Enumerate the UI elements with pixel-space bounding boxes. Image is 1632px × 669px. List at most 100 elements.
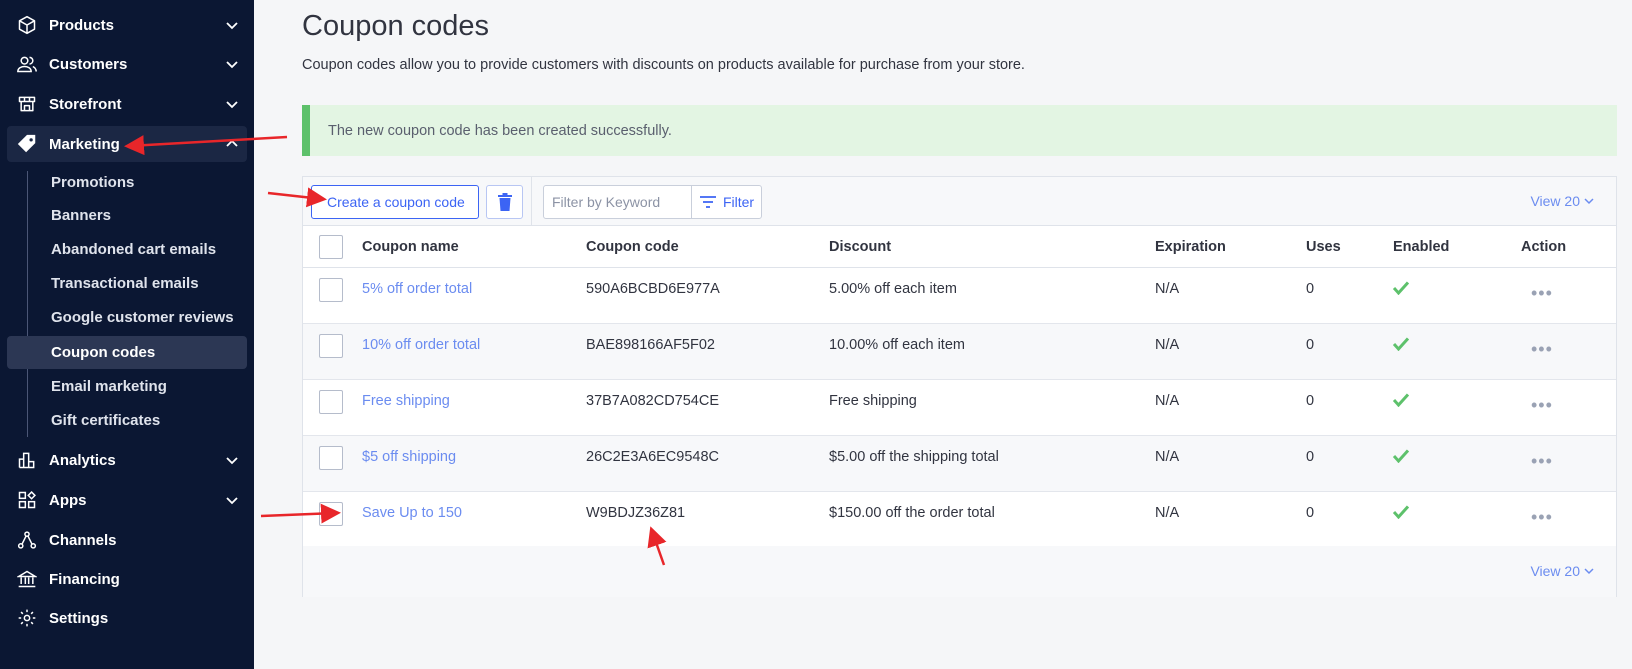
enabled-check-icon[interactable]	[1393, 281, 1409, 295]
coupon-code: 37B7A082CD754CE	[586, 393, 720, 409]
coupon-code: BAE898166AF5F02	[586, 337, 715, 353]
sidebar-subitem-google-reviews[interactable]: Google customer reviews	[7, 301, 247, 334]
more-actions-icon[interactable]: •••	[1531, 396, 1553, 414]
more-actions-icon[interactable]: •••	[1531, 508, 1553, 526]
sidebar-item-label: Customers	[49, 55, 128, 73]
create-coupon-button[interactable]: Create a coupon code	[311, 185, 479, 219]
column-header[interactable]: Uses	[1306, 239, 1341, 255]
more-actions-icon[interactable]: •••	[1531, 284, 1553, 302]
sidebar-subitem-label: Gift certificates	[51, 412, 161, 429]
column-header[interactable]: Discount	[829, 239, 891, 255]
more-actions-icon[interactable]: •••	[1531, 340, 1553, 358]
coupon-uses: 0	[1306, 337, 1315, 353]
row-checkbox[interactable]	[319, 334, 343, 358]
table-toolbar: Create a coupon code Filter View 20	[303, 177, 1616, 226]
sidebar-subitem-banners[interactable]: Banners	[7, 199, 247, 232]
sidebar-item-financing[interactable]: Financing	[0, 561, 254, 597]
enabled-check-icon[interactable]	[1393, 393, 1409, 407]
column-header[interactable]: Enabled	[1393, 239, 1449, 255]
chevron-down-icon[interactable]	[222, 450, 242, 470]
sidebar-subitem-label: Promotions	[51, 174, 135, 191]
column-header[interactable]: Expiration	[1155, 239, 1226, 255]
coupon-expiration: N/A	[1155, 337, 1180, 353]
row-checkbox[interactable]	[319, 278, 343, 302]
table-row: 5% off order total 590A6BCBD6E977A 5.00%…	[303, 268, 1616, 324]
sidebar-item-storefront[interactable]: Storefront	[0, 86, 254, 122]
gear-icon	[16, 607, 38, 629]
sidebar-item-marketing[interactable]: Marketing	[7, 126, 247, 162]
sidebar-subitem-label: Transactional emails	[51, 275, 199, 292]
sidebar-item-channels[interactable]: Channels	[0, 522, 254, 558]
chevron-down-icon[interactable]	[222, 490, 242, 510]
sidebar-item-customers[interactable]: Customers	[0, 46, 254, 82]
sidebar-item-analytics[interactable]: Analytics	[0, 442, 254, 478]
coupon-name-link[interactable]: Save Up to 150	[362, 505, 462, 521]
column-header[interactable]: Coupon name	[362, 239, 459, 255]
coupon-discount: 10.00% off each item	[829, 337, 965, 353]
table-row: $5 off shipping 26C2E3A6EC9548C $5.00 of…	[303, 436, 1616, 492]
coupon-table-panel: Create a coupon code Filter View 20 Coup…	[302, 176, 1617, 597]
row-checkbox[interactable]	[319, 390, 343, 414]
enabled-check-icon[interactable]	[1393, 449, 1409, 463]
sidebar-subitem-email-marketing[interactable]: Email marketing	[7, 370, 247, 403]
box-icon	[16, 14, 38, 36]
sidebar-subitem-gift-certificates[interactable]: Gift certificates	[7, 404, 247, 437]
apps-icon	[16, 489, 38, 511]
sidebar-item-apps[interactable]: Apps	[0, 482, 254, 518]
coupon-name-link[interactable]: 5% off order total	[362, 281, 472, 297]
coupon-expiration: N/A	[1155, 449, 1180, 465]
view-count-label: View 20	[1530, 193, 1580, 209]
table-footer: View 20	[303, 546, 1616, 597]
coupon-name-link[interactable]: 10% off order total	[362, 337, 480, 353]
coupon-discount: $5.00 off the shipping total	[829, 449, 999, 465]
coupon-discount: $150.00 off the order total	[829, 505, 995, 521]
sidebar-subitem-label: Banners	[51, 207, 112, 224]
delete-button[interactable]	[486, 185, 523, 219]
more-actions-icon[interactable]: •••	[1531, 452, 1553, 470]
alert-message: The new coupon code has been created suc…	[328, 122, 672, 139]
coupon-name-link[interactable]: $5 off shipping	[362, 449, 456, 465]
sidebar-item-label: Financing	[49, 570, 120, 588]
column-header[interactable]: Coupon code	[586, 239, 679, 255]
filter-keyword-input[interactable]	[543, 185, 692, 219]
bar-chart-icon	[16, 449, 38, 471]
chevron-down-icon[interactable]	[222, 15, 242, 35]
sidebar-item-settings[interactable]: Settings	[0, 600, 254, 636]
table-row: 10% off order total BAE898166AF5F02 10.0…	[303, 324, 1616, 380]
view-count-select[interactable]: View 20	[1530, 193, 1594, 209]
success-alert: The new coupon code has been created suc…	[302, 105, 1617, 156]
chevron-down-icon[interactable]	[222, 94, 242, 114]
sidebar-subitem-label: Abandoned cart emails	[51, 241, 217, 258]
sidebar-item-label: Channels	[49, 531, 117, 549]
filter-button[interactable]: Filter	[691, 185, 762, 219]
coupon-name-link[interactable]: Free shipping	[362, 393, 450, 409]
row-checkbox[interactable]	[319, 502, 343, 526]
select-all-checkbox[interactable]	[319, 235, 343, 259]
table-row: Free shipping 37B7A082CD754CE Free shipp…	[303, 380, 1616, 436]
row-checkbox[interactable]	[319, 446, 343, 470]
sidebar: Products Customers Storefront Marketing …	[0, 0, 254, 669]
chevron-down-icon	[1584, 198, 1594, 205]
coupon-expiration: N/A	[1155, 505, 1180, 521]
view-count-select[interactable]: View 20	[1530, 563, 1594, 579]
enabled-check-icon[interactable]	[1393, 337, 1409, 351]
sidebar-subitem-abandoned-cart[interactable]: Abandoned cart emails	[7, 233, 247, 266]
toolbar-divider	[531, 177, 532, 225]
store-icon	[16, 93, 38, 115]
chevron-up-icon[interactable]	[222, 134, 242, 154]
coupon-expiration: N/A	[1155, 281, 1180, 297]
enabled-check-icon[interactable]	[1393, 505, 1409, 519]
sidebar-item-label: Marketing	[49, 135, 120, 153]
sidebar-subitem-label: Email marketing	[51, 378, 167, 395]
sidebar-item-label: Settings	[49, 609, 109, 627]
sidebar-subitem-transactional-emails[interactable]: Transactional emails	[7, 267, 247, 300]
coupon-expiration: N/A	[1155, 393, 1180, 409]
view-count-label: View 20	[1530, 563, 1580, 579]
coupon-discount: 5.00% off each item	[829, 281, 957, 297]
sidebar-subitem-coupon-codes[interactable]: Coupon codes	[7, 336, 247, 369]
tag-icon	[16, 133, 38, 155]
sidebar-item-label: Storefront	[49, 95, 122, 113]
chevron-down-icon[interactable]	[222, 54, 242, 74]
sidebar-subitem-promotions[interactable]: Promotions	[7, 166, 247, 199]
sidebar-item-products[interactable]: Products	[0, 7, 254, 43]
